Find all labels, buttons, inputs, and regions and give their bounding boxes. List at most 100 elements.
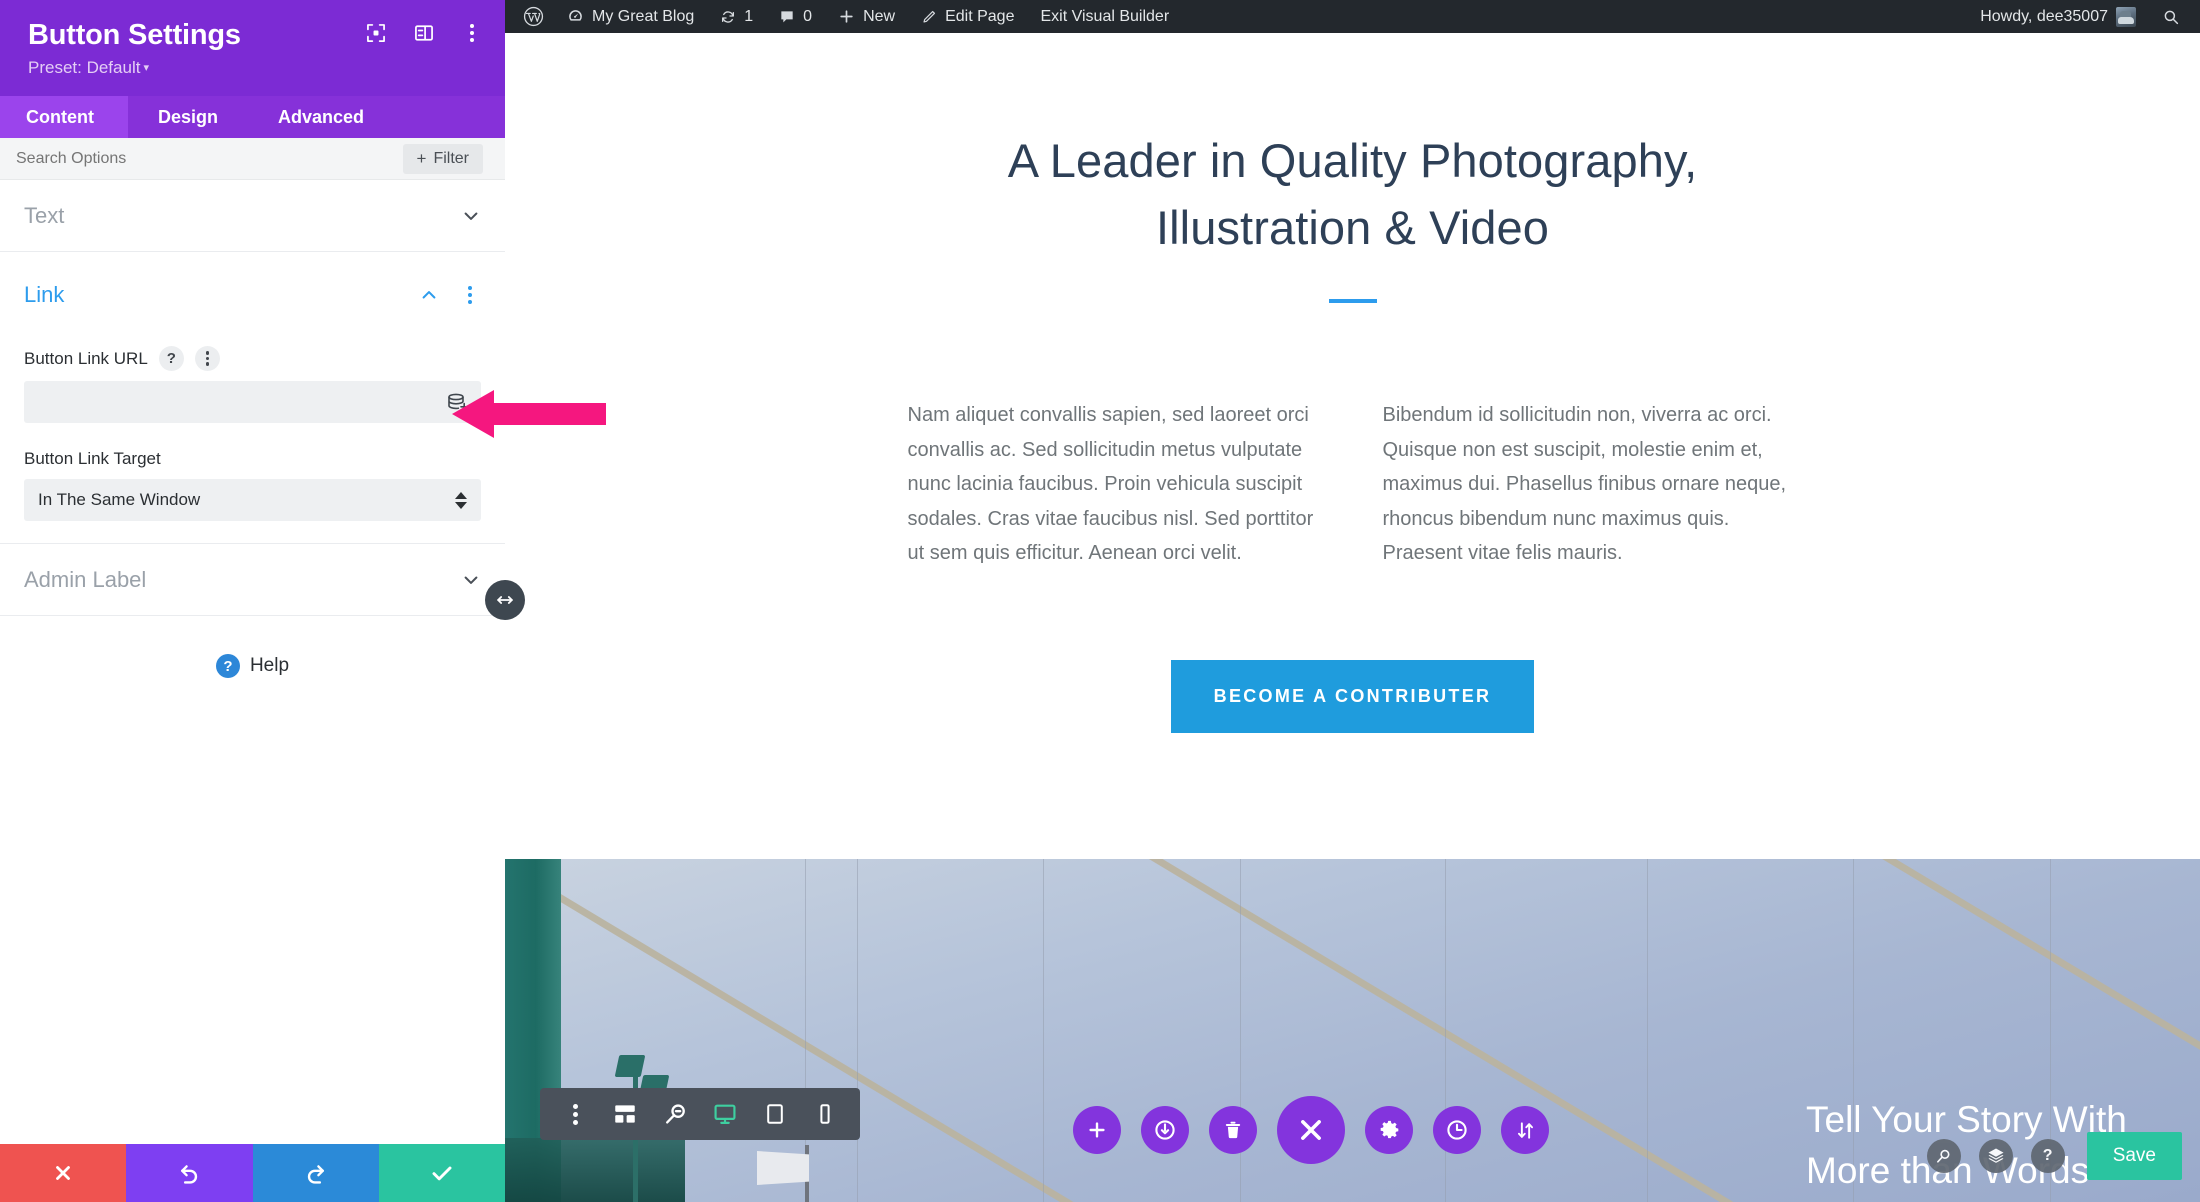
title-divider <box>1328 299 1377 304</box>
adminbar-item-edit-page[interactable]: Edit Page <box>908 0 1027 33</box>
annotation-arrow <box>452 388 606 440</box>
button-link-url-label-row: Button Link URL ? <box>24 346 481 371</box>
adminbar-account[interactable]: Howdy, dee35007 <box>1967 0 2149 33</box>
focus-target-icon[interactable] <box>365 22 387 44</box>
chevron-down-icon[interactable] <box>461 206 481 226</box>
adminbar-greeting: Howdy, dee35007 <box>1980 7 2108 25</box>
tab-design[interactable]: Design <box>128 96 248 138</box>
intro-section: A Leader in Quality Photography, Illustr… <box>505 33 2200 859</box>
tab-advanced[interactable]: Advanced <box>248 96 394 138</box>
check-icon <box>432 1166 452 1181</box>
filter-label: Filter <box>433 149 469 167</box>
tab-content[interactable]: Content <box>0 96 128 138</box>
panel-tabs: Content Design Advanced <box>0 96 505 138</box>
adminbar-item-site[interactable]: My Great Blog <box>554 0 707 33</box>
adminbar-exit-vb-label: Exit Visual Builder <box>1040 7 1170 25</box>
redo-button[interactable] <box>252 1144 379 1202</box>
button-link-url-label: Button Link URL <box>24 348 148 368</box>
help-icon[interactable]: ? <box>158 346 184 371</box>
chevron-up-icon[interactable] <box>419 285 439 305</box>
panel-action-bar <box>0 1144 505 1202</box>
adminbar-item-new[interactable]: New <box>825 0 908 33</box>
panel-resize-handle[interactable] <box>485 580 525 620</box>
more-options-icon[interactable] <box>461 22 483 44</box>
help-row[interactable]: ? Help <box>0 616 505 716</box>
section-text-title: Text <box>24 202 65 228</box>
comments-icon <box>781 10 793 22</box>
cta-wrapper: BECOME A CONTRIBUTER <box>505 660 2200 734</box>
zoom-icon[interactable] <box>650 1088 700 1140</box>
save-button[interactable] <box>378 1144 505 1202</box>
cancel-button[interactable] <box>0 1144 127 1202</box>
chevron-down-icon: ▾ <box>143 62 149 74</box>
tablet-icon[interactable] <box>750 1088 800 1140</box>
text-column-left: Nam aliquet convallis sapien, sed laoree… <box>907 404 1314 565</box>
lamp-head <box>614 1055 646 1077</box>
button-link-url-input[interactable] <box>24 381 481 423</box>
adminbar-updates-count: 1 <box>744 7 754 25</box>
gear-icon[interactable] <box>1365 1106 1413 1154</box>
desktop-icon[interactable] <box>700 1088 750 1140</box>
text-column-right: Bibendum id sollicitudin non, viverra ac… <box>1382 404 1787 565</box>
avatar <box>2116 6 2136 27</box>
page-title-line1: A Leader in Quality Photography, <box>1007 134 1698 187</box>
text-columns: Nam aliquet convallis sapien, sed laoree… <box>505 398 2200 570</box>
panel-layout-icon[interactable] <box>413 22 435 44</box>
power-icon[interactable] <box>1141 1106 1189 1154</box>
trash-icon[interactable] <box>1209 1106 1257 1154</box>
adminbar-item-comments[interactable]: 0 <box>766 0 825 33</box>
sort-icon[interactable] <box>1501 1106 1549 1154</box>
close-icon <box>56 1166 71 1180</box>
phone-icon[interactable] <box>800 1088 850 1140</box>
horizontal-resize-icon <box>497 596 513 604</box>
layers-icon[interactable] <box>1978 1139 2013 1173</box>
more-options-icon[interactable] <box>550 1088 600 1140</box>
more-options-icon[interactable] <box>459 284 481 306</box>
visual-builder-toolbar <box>540 1088 860 1140</box>
adminbar-search-button[interactable] <box>2149 0 2186 33</box>
bottom-right-controls: ? Save <box>1926 1132 2182 1180</box>
builder-action-buttons <box>1073 1096 1549 1164</box>
search-icon[interactable] <box>1926 1139 1961 1173</box>
section-admin-label[interactable]: Admin Label <box>0 544 505 616</box>
more-options-icon[interactable] <box>194 346 220 371</box>
chevron-down-icon[interactable] <box>461 570 481 590</box>
bridge-railing <box>505 1138 685 1202</box>
undo-button[interactable] <box>126 1144 253 1202</box>
add-icon[interactable] <box>1073 1106 1121 1154</box>
help-icon[interactable]: ? <box>2030 1139 2065 1173</box>
help-icon: ? <box>215 654 240 678</box>
filter-button[interactable]: + Filter <box>402 143 483 174</box>
section-link[interactable]: Link <box>0 252 505 324</box>
page-title: A Leader in Quality Photography, Illustr… <box>505 128 2200 261</box>
page-title-line2: Illustration & Video <box>1155 200 1550 254</box>
adminbar-site-label: My Great Blog <box>592 7 695 25</box>
section-link-body: Button Link URL ? Button Link Target In … <box>0 324 505 544</box>
history-icon[interactable] <box>1433 1106 1481 1154</box>
section-admin-label-title: Admin Label <box>24 566 147 592</box>
button-link-target-label: Button Link Target <box>24 449 161 468</box>
close-icon[interactable] <box>1277 1096 1345 1164</box>
flag <box>757 1151 809 1185</box>
section-text[interactable]: Text <box>0 180 505 252</box>
undo-icon <box>180 1164 198 1184</box>
button-settings-panel: Button Settings Preset: Default ▾ Conten… <box>0 0 525 1202</box>
adminbar-item-updates[interactable]: 1 <box>707 0 766 33</box>
page-canvas: A Leader in Quality Photography, Illustr… <box>505 33 2200 1202</box>
chevron-updown-icon <box>455 491 467 509</box>
suspender-wire <box>1647 859 1648 1202</box>
preset-selector[interactable]: Preset: Default ▾ <box>28 58 479 78</box>
wordpress-logo-icon[interactable] <box>523 0 554 33</box>
adminbar-item-exit-visual-builder[interactable]: Exit Visual Builder <box>1027 0 1182 33</box>
search-input[interactable] <box>16 149 316 168</box>
save-button[interactable]: Save <box>2086 1132 2182 1180</box>
button-link-target-select[interactable]: In The Same Window <box>24 479 481 521</box>
help-label: Help <box>249 655 290 676</box>
preset-label: Preset: Default <box>28 58 141 77</box>
panel-header-icons <box>365 22 483 44</box>
wireframe-icon[interactable] <box>600 1088 650 1140</box>
become-a-contributer-button[interactable]: BECOME A CONTRIBUTER <box>1170 660 1535 734</box>
pencil-icon <box>923 10 936 23</box>
adminbar-comments-count: 0 <box>803 7 813 25</box>
plus-icon: + <box>416 149 427 168</box>
